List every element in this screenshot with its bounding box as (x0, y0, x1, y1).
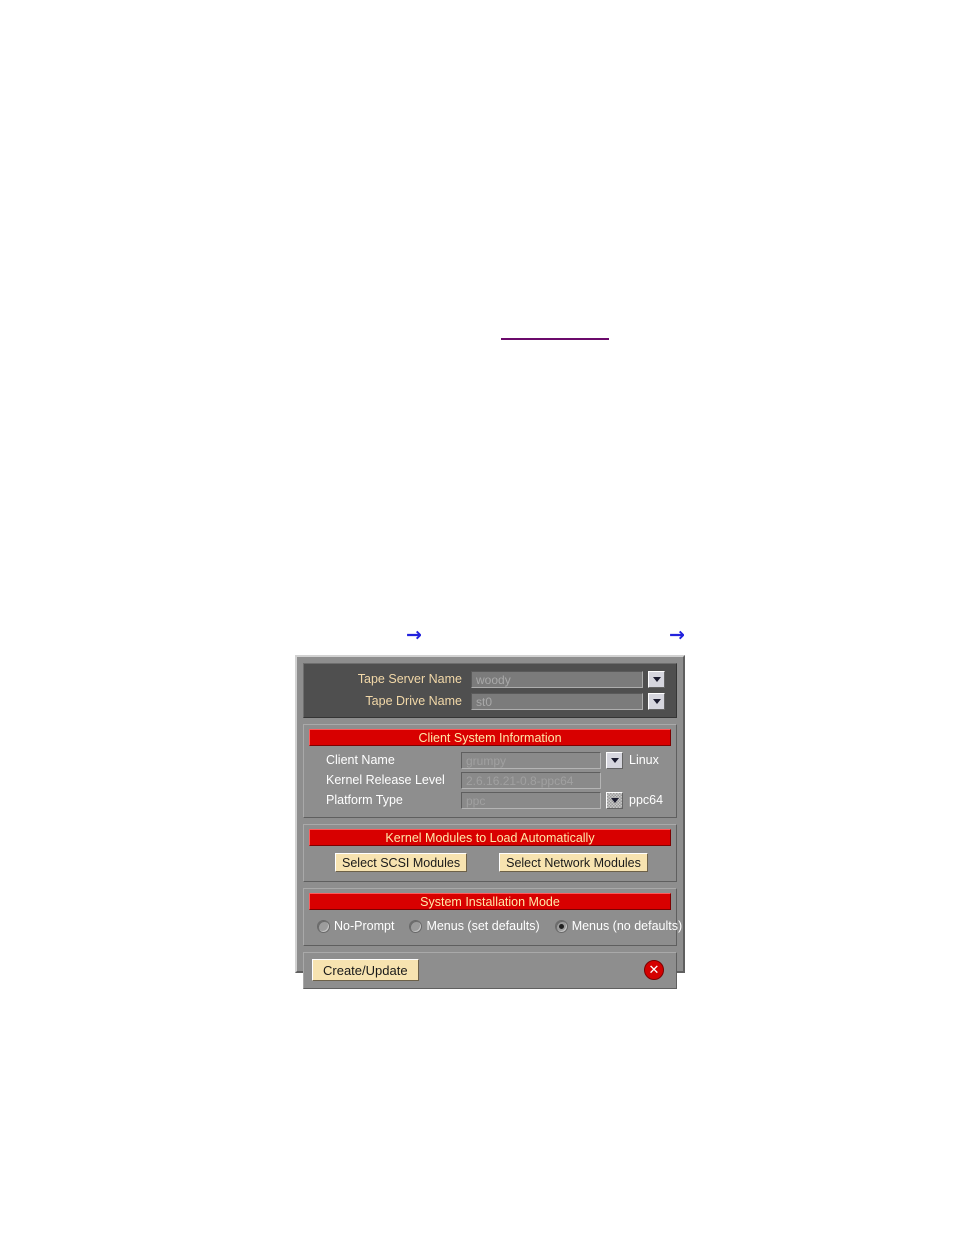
chevron-down-icon (610, 757, 619, 763)
tape-drive-name-row: Tape Drive Name st0 (312, 691, 668, 711)
create-update-button[interactable]: Create/Update (312, 959, 419, 981)
radio-menus-set-defaults[interactable]: Menus (set defaults) (409, 919, 540, 933)
radio-button-icon[interactable] (317, 919, 330, 933)
select-network-modules-button[interactable]: Select Network Modules (499, 852, 648, 872)
kernel-modules-button-row: Select SCSI Modules Select Network Modul… (309, 846, 671, 876)
tape-drive-name-input[interactable]: st0 (471, 692, 643, 710)
platform-type-row: Platform Type ppc ppc64 (309, 790, 671, 810)
platform-type-dropdown-button (606, 791, 623, 809)
client-name-input[interactable]: grumpy (461, 751, 601, 769)
tape-drive-name-dropdown-button[interactable] (648, 692, 665, 710)
select-scsi-modules-button[interactable]: Select SCSI Modules (335, 852, 468, 872)
radio-no-prompt-label: No-Prompt (334, 919, 395, 933)
action-bar: Create/Update ✕ (303, 952, 677, 989)
system-installation-mode-group: System Installation Mode No-Prompt Menus… (303, 888, 682, 946)
client-system-information-group: Client System Information Client Name gr… (303, 724, 677, 818)
client-fields-list: Client Name grumpy Linux Kernel Release … (309, 746, 671, 812)
tape-drive-name-label: Tape Drive Name (365, 694, 462, 708)
system-installation-mode-title: System Installation Mode (309, 893, 671, 910)
callout-arrow-right-icon: → (669, 624, 685, 646)
kernel-release-level-label: Kernel Release Level (326, 773, 445, 787)
client-os-label: Linux (629, 753, 659, 767)
document-link-underline (501, 338, 609, 340)
chevron-down-icon (652, 698, 661, 704)
callout-arrow-left-icon: → (406, 624, 422, 646)
radio-button-icon[interactable] (409, 919, 423, 933)
tape-server-name-row: Tape Server Name woody (312, 669, 668, 689)
platform-type-input[interactable]: ppc (461, 791, 601, 809)
application-window: Tape Server Name woody Tape Drive Name s… (295, 655, 685, 989)
radio-button-selected-icon[interactable] (554, 919, 568, 933)
chevron-down-icon (652, 676, 661, 682)
platform-arch-label: ppc64 (629, 793, 664, 807)
kernel-release-level-row: Kernel Release Level 2.6.16.21-0.8-ppc64 (309, 770, 671, 790)
kernel-modules-title: Kernel Modules to Load Automatically (309, 829, 671, 846)
radio-menus-no-defaults[interactable]: Menus (no defaults) (554, 919, 683, 933)
radio-menus-no-defaults-label: Menus (no defaults) (571, 919, 683, 933)
client-name-row: Client Name grumpy Linux (309, 750, 671, 770)
tape-server-name-dropdown-button[interactable] (648, 670, 665, 688)
client-name-dropdown-button[interactable] (606, 751, 623, 769)
tape-server-name-label: Tape Server Name (357, 672, 462, 686)
chevron-down-icon (610, 797, 619, 803)
client-system-information-title: Client System Information (309, 729, 671, 746)
radio-menus-set-defaults-label: Menus (set defaults) (426, 919, 540, 933)
platform-type-label: Platform Type (326, 793, 403, 807)
close-icon[interactable]: ✕ (644, 960, 664, 980)
kernel-modules-group: Kernel Modules to Load Automatically Sel… (303, 824, 677, 882)
tape-server-name-input[interactable]: woody (471, 670, 643, 688)
client-name-label: Client Name (326, 753, 395, 767)
kernel-release-level-input[interactable]: 2.6.16.21-0.8-ppc64 (461, 771, 601, 789)
install-mode-radio-group: No-Prompt Menus (set defaults) Menus (no… (309, 910, 682, 940)
tape-server-section: Tape Server Name woody Tape Drive Name s… (303, 663, 677, 718)
radio-no-prompt[interactable]: No-Prompt (317, 919, 394, 933)
